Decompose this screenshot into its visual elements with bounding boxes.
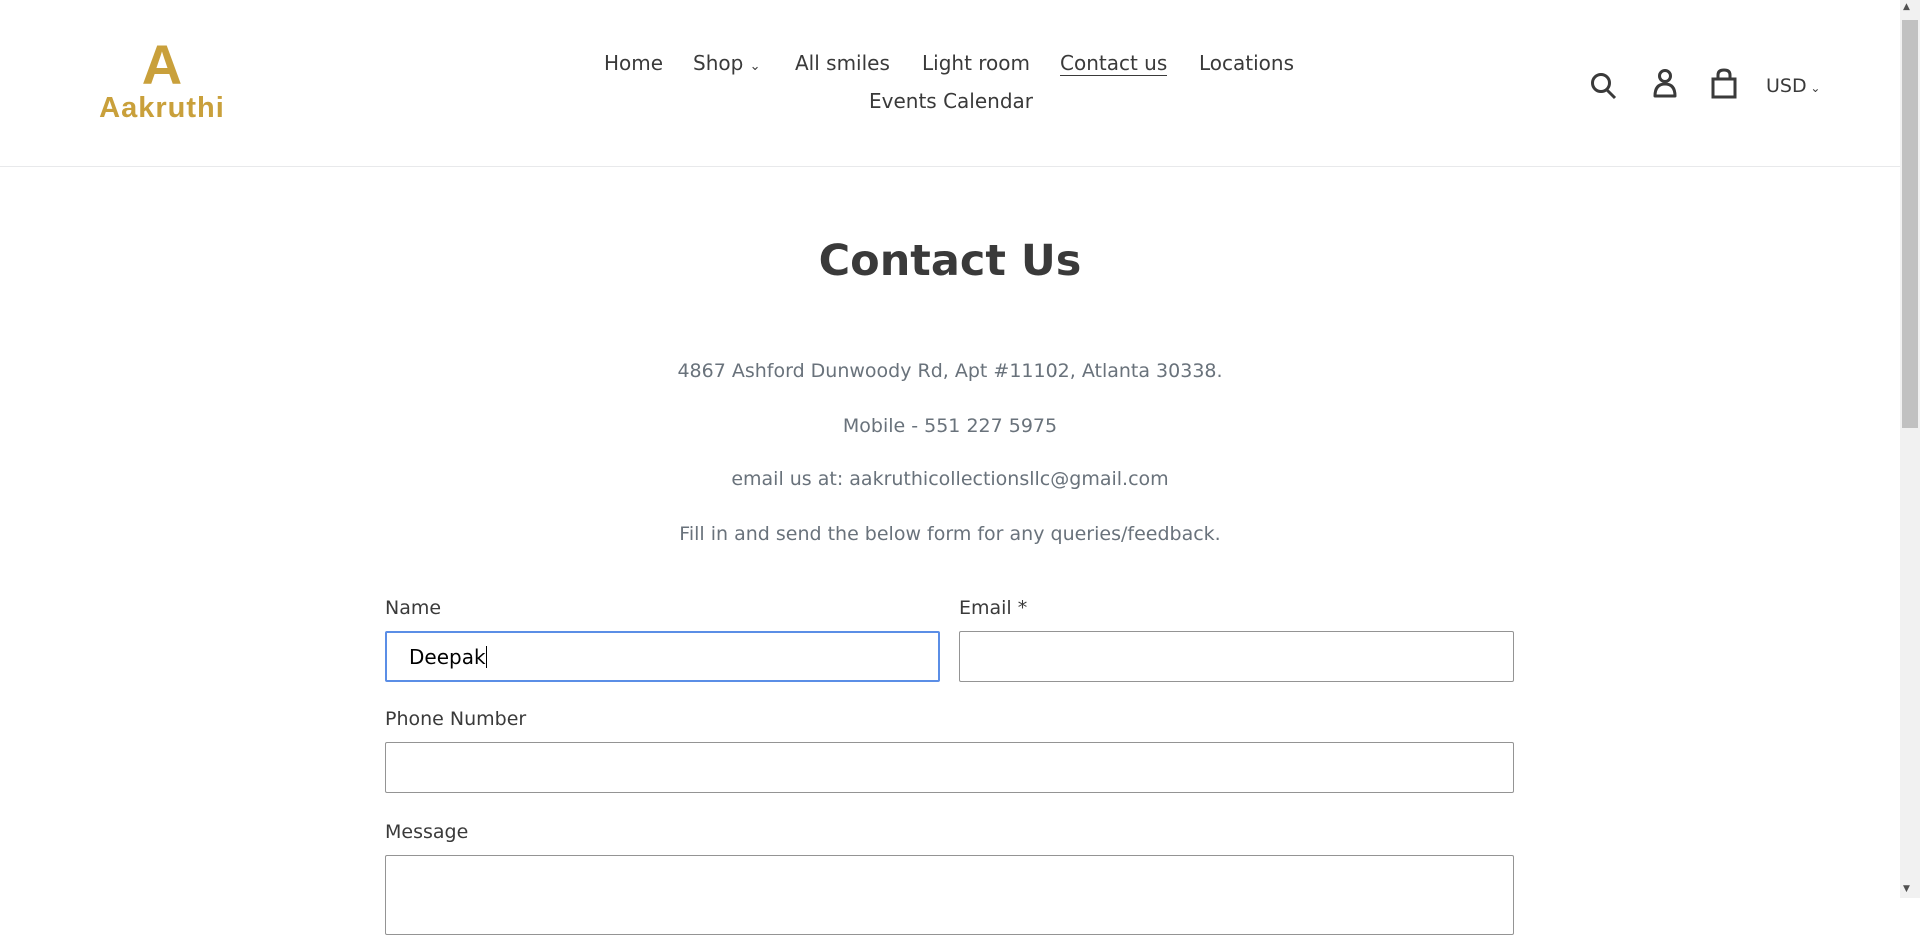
nav-contact-us[interactable]: Contact us xyxy=(1060,51,1168,76)
name-input[interactable]: Deepak xyxy=(385,631,940,682)
nav-locations[interactable]: Locations xyxy=(1199,51,1294,75)
message-label: Message xyxy=(385,821,469,843)
email-text: email us at: aakruthicollectionsllc@gmai… xyxy=(731,468,1169,490)
name-value: Deepak xyxy=(409,644,486,669)
email-label: Email * xyxy=(959,597,1028,619)
phone-input[interactable] xyxy=(385,742,1514,793)
scrollbar-thumb[interactable] xyxy=(1902,20,1918,428)
account-icon[interactable] xyxy=(1652,68,1678,100)
nav-light-room[interactable]: Light room xyxy=(922,51,1030,75)
address-text: 4867 Ashford Dunwoody Rd, Apt #11102, At… xyxy=(677,360,1223,382)
currency-label: USD xyxy=(1766,75,1807,97)
chevron-down-icon: ⌄ xyxy=(1806,81,1821,95)
text-cursor xyxy=(485,645,487,668)
message-textarea[interactable] xyxy=(385,855,1514,935)
brand-logo[interactable]: A Aakruthi xyxy=(92,37,232,125)
name-label: Name xyxy=(385,597,442,619)
nav-events-calendar[interactable]: Events Calendar xyxy=(869,89,1033,113)
search-icon[interactable] xyxy=(1590,71,1618,101)
site-header: A Aakruthi Home Shop ⌄ All smiles Light … xyxy=(0,0,1900,167)
scroll-up-arrow-icon[interactable]: ▲ xyxy=(1903,2,1910,12)
nav-all-smiles[interactable]: All smiles xyxy=(795,51,890,75)
nav-shop[interactable]: Shop ⌄ xyxy=(693,51,761,75)
instruction-text: Fill in and send the below form for any … xyxy=(679,523,1221,545)
page-title: Contact Us xyxy=(818,236,1082,286)
email-input[interactable] xyxy=(959,631,1514,682)
logo-mark: A xyxy=(141,33,183,96)
logo-wordmark: Aakruthi xyxy=(99,92,225,124)
scroll-down-arrow-icon[interactable]: ▼ xyxy=(1903,884,1910,894)
chevron-down-icon: ⌄ xyxy=(749,59,761,74)
cart-icon[interactable] xyxy=(1710,68,1738,100)
mobile-text: Mobile - 551 227 5975 xyxy=(842,415,1058,437)
nav-shop-label: Shop xyxy=(693,51,744,75)
currency-selector[interactable]: USD ⌄ xyxy=(1766,75,1820,97)
phone-label: Phone Number xyxy=(385,708,527,730)
nav-home[interactable]: Home xyxy=(604,51,663,75)
